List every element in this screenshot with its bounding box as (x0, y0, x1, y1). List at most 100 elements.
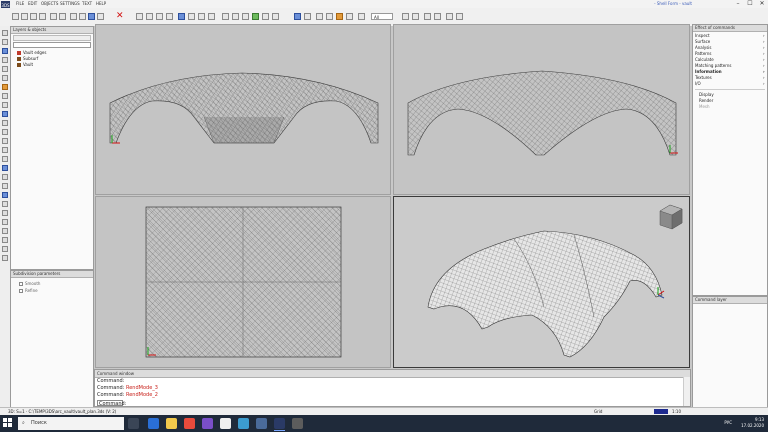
hatch-icon[interactable] (2, 246, 8, 252)
undo-icon[interactable] (50, 13, 57, 20)
sweep-icon[interactable] (2, 129, 8, 135)
menu-objects[interactable]: OBJECTS (41, 1, 58, 6)
layers-filter-input[interactable] (13, 42, 91, 48)
menu-text[interactable]: TEXT (82, 1, 92, 6)
arc-icon[interactable] (2, 57, 8, 63)
copy-icon[interactable] (79, 13, 86, 20)
cut-icon[interactable] (70, 13, 77, 20)
move-icon[interactable] (156, 13, 163, 20)
command-input[interactable]: Command: (97, 400, 126, 407)
app-icon[interactable] (256, 418, 267, 429)
effects-item-inspect[interactable]: Inspect › (695, 33, 765, 38)
export-icon[interactable] (446, 13, 453, 20)
orbit-icon[interactable] (242, 13, 249, 20)
print-icon[interactable] (39, 13, 46, 20)
open-icon[interactable] (21, 13, 28, 20)
offset-icon[interactable] (2, 138, 8, 144)
line-icon[interactable] (2, 39, 8, 45)
window-select-icon[interactable] (146, 13, 153, 20)
delete-icon[interactable]: ✕ (116, 12, 124, 21)
dimension-icon[interactable] (2, 237, 8, 243)
effects-item-information[interactable]: Information › (695, 69, 765, 74)
layer-icon[interactable] (358, 13, 365, 20)
chamfer-icon[interactable] (2, 210, 8, 216)
grid-icon[interactable] (252, 13, 259, 20)
app-icon[interactable] (238, 418, 249, 429)
render-item[interactable]: Render (699, 98, 713, 103)
block-icon[interactable] (2, 255, 8, 261)
effects-item-matching[interactable]: Matching patterns › (695, 63, 765, 68)
help-icon[interactable] (424, 13, 431, 20)
menu-settings[interactable]: SETTINGS (60, 1, 80, 6)
rectangle-icon[interactable] (2, 75, 8, 81)
menu-help[interactable]: HELP (96, 1, 106, 6)
effects-item-patterns[interactable]: Patterns › (695, 51, 765, 56)
measure-icon[interactable] (272, 13, 279, 20)
trim-icon[interactable] (2, 147, 8, 153)
mail-icon[interactable] (148, 418, 159, 429)
view-right-icon[interactable] (198, 13, 205, 20)
boolean-icon[interactable] (2, 219, 8, 225)
yandex-icon[interactable] (220, 418, 231, 429)
effects-item-calculate[interactable]: Calculate › (695, 57, 765, 62)
language-indicator[interactable]: РУС (724, 420, 732, 425)
paste-icon[interactable] (88, 13, 95, 20)
extrude-icon[interactable] (2, 111, 8, 117)
rotate-icon[interactable] (166, 13, 173, 20)
viewport-front[interactable] (95, 24, 391, 195)
select-icon[interactable] (136, 13, 143, 20)
camera-icon[interactable] (434, 13, 441, 20)
mirror-icon[interactable] (2, 183, 8, 189)
display-item[interactable]: Display (699, 92, 714, 97)
redo-icon[interactable] (59, 13, 66, 20)
visual-studio-icon[interactable] (202, 418, 213, 429)
system-clock[interactable]: 9:13 17.02.2020 (741, 417, 764, 429)
task-view-icon[interactable] (128, 418, 139, 429)
mesh-item[interactable]: Mesh (699, 104, 710, 109)
scissors-icon[interactable] (97, 13, 104, 20)
effects-item-surface[interactable]: Surface › (695, 39, 765, 44)
shade-icon[interactable] (326, 13, 333, 20)
cad-app-icon[interactable] (274, 418, 285, 429)
layer-color-swatch[interactable] (17, 63, 21, 67)
wire-icon[interactable] (316, 13, 323, 20)
info-icon[interactable] (412, 13, 419, 20)
status-grid-label[interactable]: Grid (594, 409, 602, 414)
explode-icon[interactable] (2, 174, 8, 180)
file-explorer-icon[interactable] (166, 418, 177, 429)
split-icon[interactable] (2, 156, 8, 162)
curve-icon[interactable] (2, 84, 8, 90)
layer-color-swatch[interactable] (17, 57, 21, 61)
start-icon[interactable] (3, 418, 13, 428)
menu-edit[interactable]: EDIT (28, 1, 37, 6)
mesh-icon[interactable] (294, 13, 301, 20)
light-icon[interactable] (346, 13, 353, 20)
new-icon[interactable] (12, 13, 19, 20)
circle-icon[interactable] (2, 66, 8, 72)
point-icon[interactable] (2, 30, 8, 36)
import-icon[interactable] (456, 13, 463, 20)
smooth-checkbox[interactable] (19, 282, 23, 286)
status-active-indicator[interactable] (654, 409, 668, 414)
text-icon[interactable] (2, 228, 8, 234)
join-icon[interactable] (2, 165, 8, 171)
subdivide-icon[interactable] (304, 13, 311, 20)
loft-icon[interactable] (2, 102, 8, 108)
status-zoom-label[interactable]: 1:10 (672, 409, 681, 414)
effects-item-textures[interactable]: Textures › (695, 75, 765, 80)
render-icon[interactable] (336, 13, 343, 20)
menu-file[interactable]: FILE (16, 1, 24, 6)
fillet-icon[interactable] (2, 201, 8, 207)
polyline-icon[interactable] (2, 48, 8, 54)
effects-item-io[interactable]: I/O › (695, 81, 765, 86)
save-icon[interactable] (30, 13, 37, 20)
viewport-top[interactable] (95, 196, 391, 368)
view-top-icon[interactable] (188, 13, 195, 20)
viewport-right[interactable] (393, 24, 690, 195)
snap-icon[interactable] (262, 13, 269, 20)
taskbar-search[interactable]: ⌕ Поиск (18, 417, 124, 430)
view-front-icon[interactable] (178, 13, 185, 20)
maximize-button[interactable]: ☐ (744, 0, 756, 8)
pan-icon[interactable] (232, 13, 239, 20)
layers-toolbar[interactable] (13, 35, 91, 41)
